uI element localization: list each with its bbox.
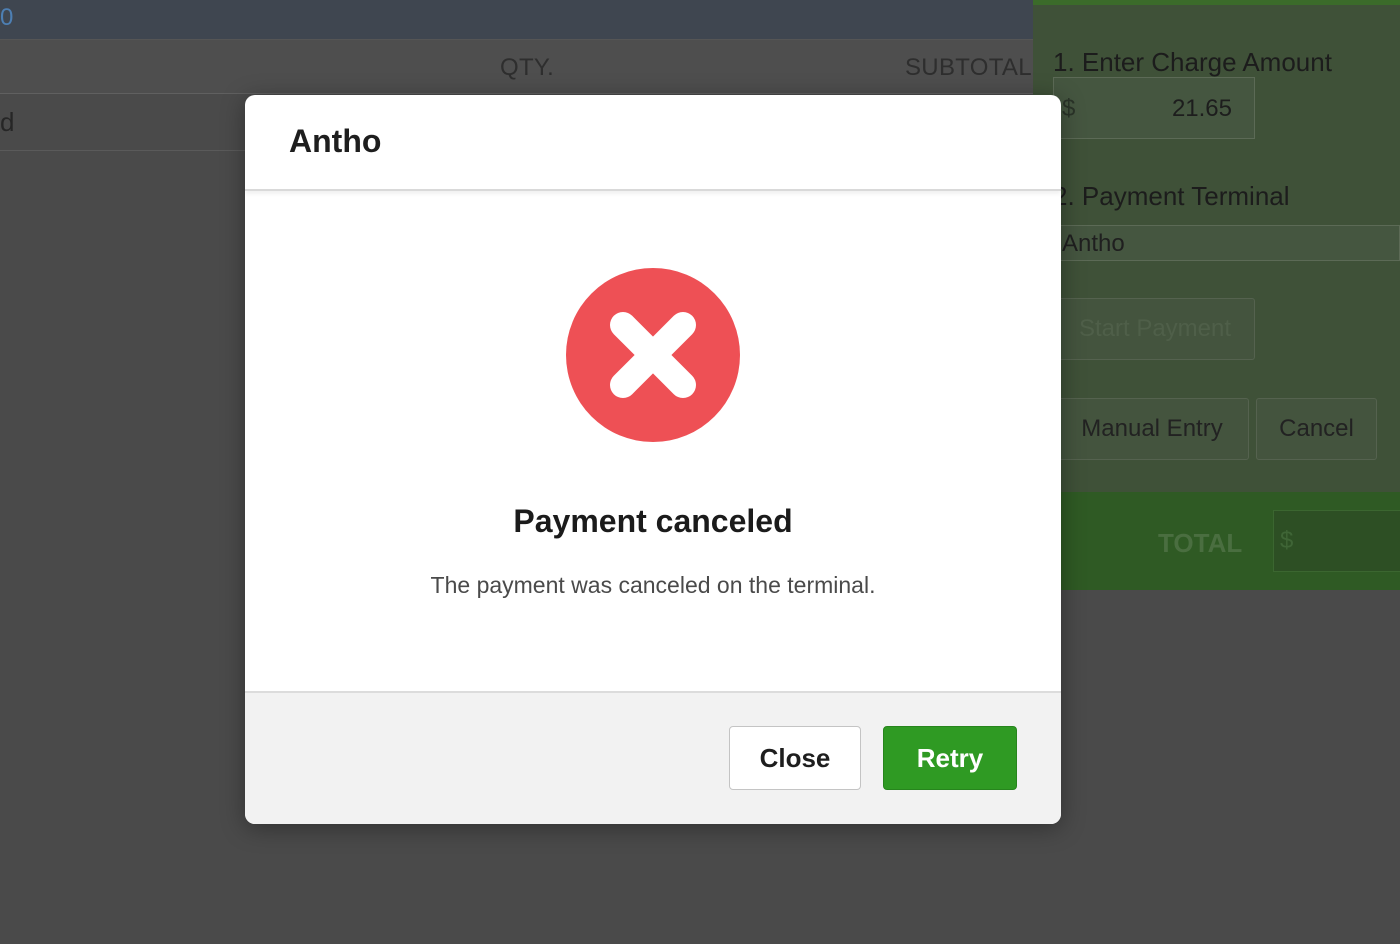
charge-amount-input[interactable]: $ 21.65 xyxy=(1053,77,1255,139)
start-payment-button[interactable]: Start Payment xyxy=(1055,298,1255,360)
payment-terminal-label: 2. Payment Terminal xyxy=(1053,181,1290,211)
column-header-subtotal: SUBTOTAL xyxy=(905,54,1032,81)
payment-terminal-select[interactable]: Antho xyxy=(1053,225,1400,261)
total-label: TOTAL xyxy=(1158,528,1243,558)
charge-amount-label: 1. Enter Charge Amount xyxy=(1053,47,1332,77)
total-bar: TOTAL $ xyxy=(1033,492,1400,590)
top-bar: 0 xyxy=(0,0,1033,40)
charge-amount-value: 21.65 xyxy=(1171,95,1232,122)
status-message: The payment was canceled on the terminal… xyxy=(430,572,876,598)
retry-button[interactable]: Retry xyxy=(883,726,1017,790)
total-currency-symbol: $ xyxy=(1280,527,1294,554)
cancel-payment-button[interactable]: Cancel xyxy=(1256,398,1377,460)
status-title: Payment canceled xyxy=(513,503,793,539)
total-field: $ xyxy=(1273,510,1400,572)
payment-terminal-value: Antho xyxy=(1062,230,1125,257)
error-x-circle-icon xyxy=(566,268,740,442)
order-table-header: QTY. SUBTOTAL xyxy=(0,40,1033,94)
dialog-footer: Close Retry xyxy=(245,691,1061,824)
manual-entry-button[interactable]: Manual Entry xyxy=(1055,398,1249,460)
column-header-qty: QTY. xyxy=(500,54,555,81)
currency-symbol: $ xyxy=(1062,95,1076,122)
dialog-title: Antho xyxy=(289,123,382,159)
close-button[interactable]: Close xyxy=(729,726,861,790)
top-bar-link[interactable]: 0 xyxy=(0,4,13,32)
row-item-text: d xyxy=(0,107,15,137)
payment-status-dialog: Antho Payment canceled The payment was c… xyxy=(245,95,1061,824)
dialog-header: Antho xyxy=(245,95,1061,191)
